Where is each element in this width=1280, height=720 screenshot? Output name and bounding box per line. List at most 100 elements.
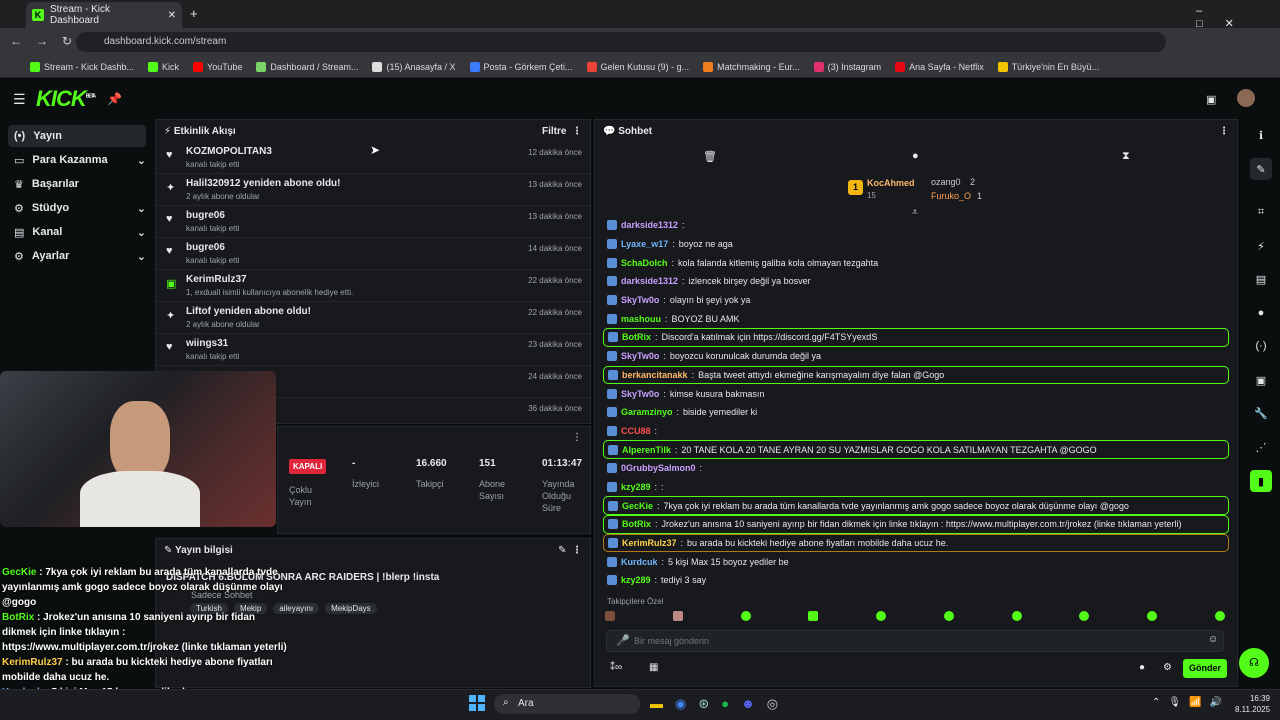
store-icon[interactable]: ▦	[649, 662, 658, 673]
chevron-down-icon: ⌄	[136, 154, 146, 167]
obs-icon: ◎	[766, 696, 779, 711]
nav-item-yayin[interactable]: (•) Yayın	[8, 125, 146, 147]
nav-item-para-kazanma[interactable]: ▭ Para Kazanma ⌄	[8, 149, 146, 171]
pin-icon[interactable]: 📌	[107, 92, 122, 106]
window-controls[interactable]: –□✕	[1196, 5, 1280, 30]
broadcast-icon[interactable]: (·)	[1250, 335, 1272, 357]
microphone-icon[interactable]: 🎤	[616, 634, 630, 647]
settings-icon: ⚙	[14, 250, 24, 263]
chat-message: SchaDolch: kola falanda kitlemiş galiba k…	[595, 253, 1237, 272]
nav-item-studyo[interactable]: ⚙ Stüdyo ⌄	[8, 197, 146, 219]
chat-message: GecKie:7kya çok iyi reklam bu arada tüm …	[603, 496, 1229, 515]
folder-icon: ▬	[650, 696, 663, 711]
new-tab-button[interactable]: +	[190, 6, 198, 21]
chat-username: AlperenTilk	[622, 444, 671, 455]
menu-icon[interactable]: ☰	[13, 91, 26, 108]
share-icon[interactable]: ⋰	[1250, 436, 1272, 458]
event-row: ♥ bugre06 kanalı takip etti 13 dakika önce	[156, 206, 590, 238]
support-icon[interactable]: ☊	[1239, 648, 1269, 678]
chat-username: SkyTw0o	[621, 388, 660, 399]
stat-uptime: 01:13:47 Yayında Olduğu Süre	[542, 458, 583, 513]
crop-icon[interactable]: ⌗	[1250, 201, 1272, 223]
kick-logo[interactable]: KICKBETA	[36, 86, 96, 112]
stat-viewers: - İzleyici	[352, 458, 380, 489]
badge-icon	[608, 369, 618, 380]
hourglass-icon[interactable]: ⧗	[1122, 150, 1130, 163]
nav-buttons[interactable]: ←→↻	[10, 34, 86, 48]
search-icon: ⌕	[503, 697, 509, 708]
bookmark[interactable]: YouTube	[193, 61, 242, 72]
more-icon[interactable]: ⋮	[572, 432, 582, 443]
lightning-icon[interactable]: ⚡	[1250, 235, 1272, 257]
windows-start-icon[interactable]	[469, 695, 485, 711]
chat-message: mashouu: BOYOZ BU AMK	[595, 309, 1237, 328]
trash-icon[interactable]: 🗑	[703, 150, 717, 163]
chat-bubble-icon[interactable]: ●	[912, 150, 919, 162]
activity-title: Etkinlik Akışı	[173, 125, 236, 137]
badge-icon	[607, 313, 617, 324]
chat-text: kimse kusura bakmasın	[669, 388, 765, 399]
bookmark[interactable]: (15) Anasayfa / X	[372, 61, 456, 72]
star-icon: ✦	[166, 182, 176, 194]
badge-icon	[607, 257, 617, 268]
wrench-icon[interactable]: 🔧	[1250, 402, 1272, 424]
nav-item-ayarlar[interactable]: ⚙ Ayarlar ⌄	[8, 245, 146, 267]
filter-button[interactable]: Filtre	[542, 126, 566, 137]
emote-row[interactable]	[605, 611, 1225, 623]
chat-text: izlencek birşey değil ya bosver	[688, 276, 811, 287]
discord-icon: ☻	[741, 696, 755, 711]
taskbar-apps[interactable]: ▬ ◉ ⊛ ● ☻ ◎	[650, 696, 778, 712]
badge-icon	[607, 239, 617, 250]
info-icon[interactable]: ℹ	[1250, 124, 1272, 146]
chat-text: 5 kişi Max 15 boyoz yediler be	[668, 556, 789, 567]
bookmark[interactable]: Dashboard / Stream...	[256, 61, 358, 72]
leaderboard-3-name: Furuko_O	[931, 191, 972, 201]
chat-text: BOYOZ BU AMK	[671, 313, 740, 324]
chat-message: CCU88:	[595, 422, 1237, 441]
bookmark[interactable]: (3) Instagram	[813, 61, 881, 72]
badge-icon	[607, 463, 617, 474]
bookmark[interactable]: Matchmaking - Eur...	[703, 61, 800, 72]
leaderboard-1-count: 15	[867, 191, 876, 200]
chat-bubble-icon[interactable]: ●	[1250, 302, 1272, 324]
bookmark[interactable]: Gelen Kutusu (9) - g...	[586, 61, 689, 72]
bookmark[interactable]: Kick	[148, 61, 179, 72]
event-row: ♥ bugre06 kanalı takip etti 14 dakika önce	[156, 238, 590, 270]
tray-icons[interactable]: ⌃🎙📶🔊	[1152, 697, 1230, 708]
nav-item-basarilar[interactable]: ♛ Başarılar	[8, 173, 146, 195]
pen-icon[interactable]: ✎	[1250, 158, 1272, 180]
camera-icon[interactable]: ▣	[1206, 93, 1216, 106]
nav-item-kanal[interactable]: ▤ Kanal ⌄	[8, 221, 146, 243]
badge-icon	[607, 425, 617, 436]
bus-icon[interactable]: ▣	[1250, 369, 1272, 391]
chat-username: berkancitanakk	[622, 369, 688, 380]
badge-icon	[607, 351, 617, 362]
chat-username: KerimRulz37	[622, 538, 677, 549]
url-field[interactable]: dashboard.kick.com/stream	[76, 32, 1166, 52]
bookmark[interactable]: Ana Sayfa - Netflix	[895, 61, 984, 72]
followers-only-label: Takipçilere Özel	[607, 597, 664, 606]
kick-header	[0, 79, 1280, 119]
kick-app-icon[interactable]: ▮	[1250, 470, 1272, 492]
taskbar-search[interactable]: Ara	[494, 694, 640, 714]
chat-text: 20 TANE KOLA 20 TANE AYRAN 20 SU YAZMISL…	[681, 444, 1097, 455]
avatar[interactable]	[1237, 89, 1255, 107]
chat-icon[interactable]: ●	[1139, 662, 1145, 673]
emoji-icon[interactable]: ☺	[1208, 634, 1218, 645]
chat-message: Lyaxe_w17: boyoz ne aga	[595, 235, 1237, 254]
send-button[interactable]: Gönder	[1183, 659, 1227, 678]
document-icon[interactable]: ▤	[1250, 268, 1272, 290]
message-field[interactable]	[634, 634, 1174, 648]
gear-icon[interactable]: ⚙	[1163, 662, 1172, 673]
bookmark[interactable]: Türkiye'nin En Büyü...	[997, 61, 1099, 72]
edit-icon[interactable]: ✎ ⋮	[558, 545, 582, 556]
browser-tab[interactable]: K Stream - Kick Dashboard ✕	[26, 2, 182, 28]
bookmark[interactable]: Stream - Kick Dashb...	[30, 61, 134, 72]
heart-icon: ♥	[166, 341, 173, 353]
chat-username: GecKie	[622, 500, 654, 511]
users-icon[interactable]: ⁑∞	[610, 662, 622, 673]
chat-text: boyoz ne aga	[678, 239, 733, 250]
badge-icon	[607, 556, 617, 567]
stat-subscribers: 151 Abone Sayısı	[479, 458, 506, 501]
bookmark[interactable]: Posta - Görkem Çeti...	[469, 61, 573, 72]
